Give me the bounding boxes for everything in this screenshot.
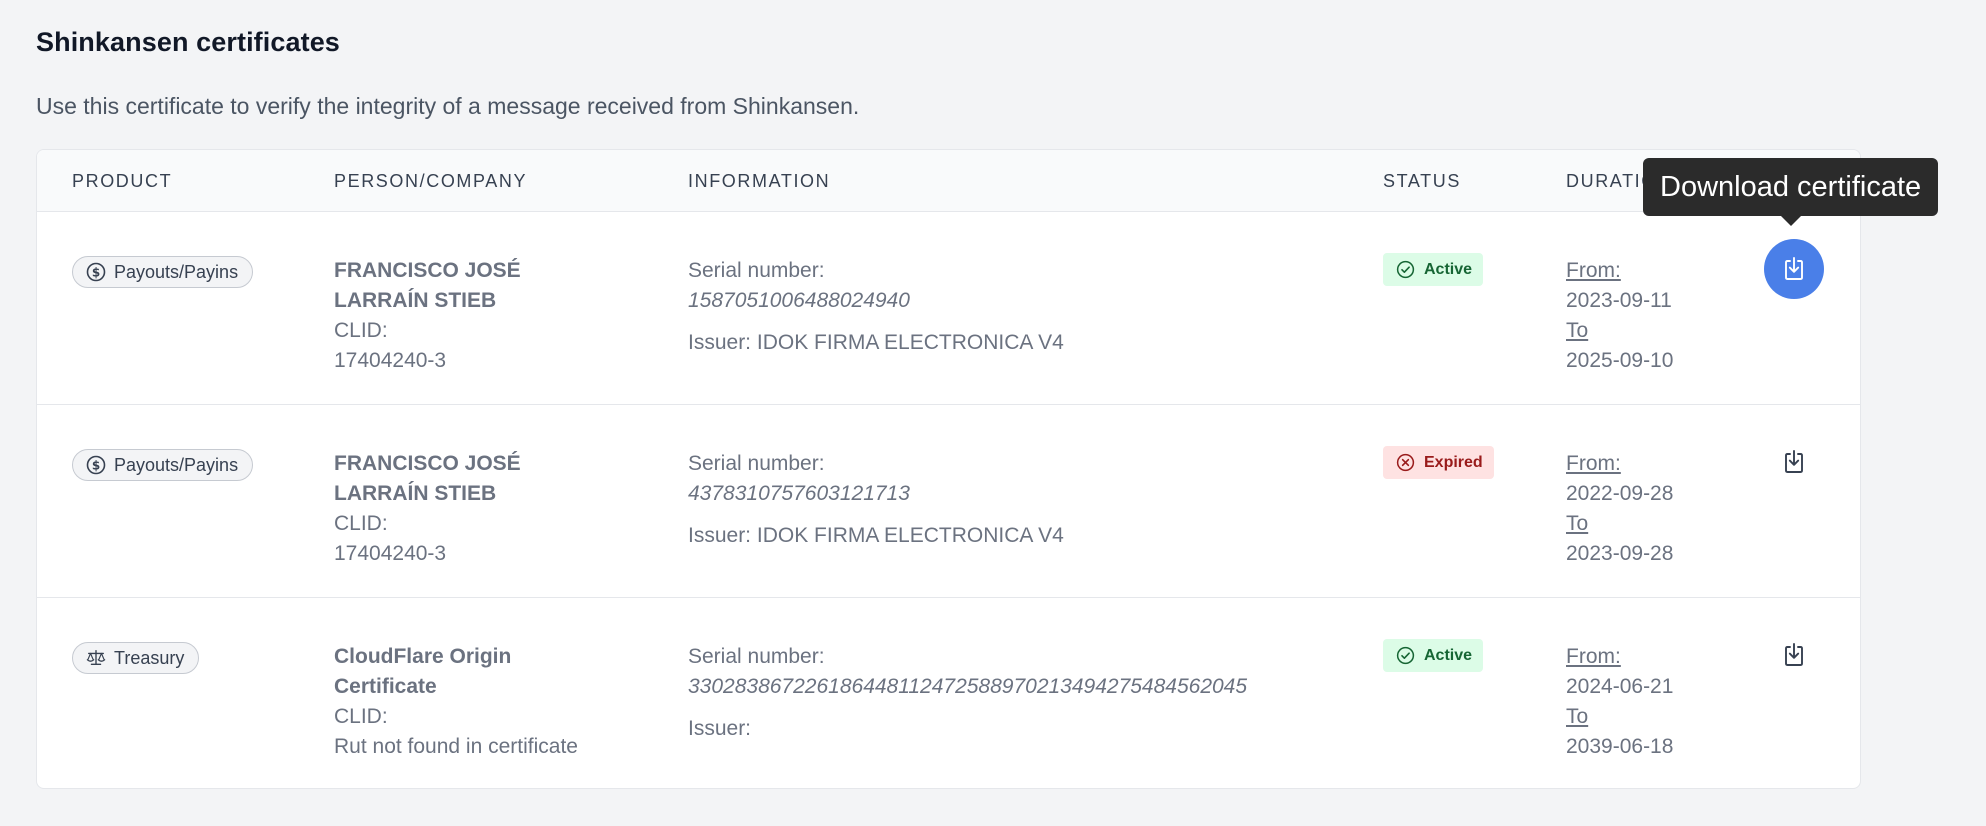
download-icon [1785,257,1803,280]
table-row: $ Payouts/Payins FRANCISCO JOSÉ LARRAÍN … [37,212,1860,405]
status-badge: Active [1383,639,1484,672]
to-date: 2025-09-10 [1566,349,1674,372]
header-person-company: PERSON/COMPANY [334,171,528,191]
download-tooltip: Download certificate [1643,158,1939,226]
status-label: Expired [1424,453,1483,471]
status-label: Active [1424,646,1473,664]
clid-value: 17404240-3 [334,349,447,372]
person-name-line1: FRANCISCO JOSÉ [334,452,521,475]
header-status: STATUS [1383,171,1461,191]
svg-text:$: $ [92,459,100,473]
product-badge: $ Payouts/Payins [72,256,254,288]
clid-label: CLID: [334,512,388,535]
person-company-cell: FRANCISCO JOSÉ LARRAÍN STIEB CLID: 17404… [334,449,634,569]
from-label: From: [1566,645,1621,668]
person-name-line2: LARRAÍN STIEB [334,482,497,505]
from-date: 2024-06-21 [1566,675,1674,698]
clid-value: 17404240-3 [334,542,447,565]
clid-value: Rut not found in certificate [334,735,578,758]
product-badge: $ Payouts/Payins [72,449,254,481]
information-cell: Serial number: 1587051006488024940 Issue… [688,256,1388,358]
table-row: Treasury CloudFlare Origin Certificate C… [37,598,1860,788]
person-company-cell: FRANCISCO JOSÉ LARRAÍN STIEB CLID: 17404… [334,256,634,376]
serial-number: 1587051006488024940 [688,289,910,312]
table-header: PRODUCT PERSON/COMPANY INFORMATION STATU… [37,150,1860,212]
serial-number: 3302838672261864481124725889702134942754… [688,675,1248,698]
status-badge: Active [1383,253,1484,286]
status-label: Active [1424,260,1473,278]
person-name-line2: LARRAÍN STIEB [334,289,497,312]
check-circle-icon [1396,260,1415,279]
clid-label: CLID: [334,319,388,342]
product-label: Payouts/Payins [114,454,239,475]
clid-label: CLID: [334,705,388,728]
from-label: From: [1566,259,1621,282]
status-badge: Expired [1383,446,1494,479]
download-certificate-button[interactable] [1764,625,1824,685]
product-label: Treasury [114,647,185,668]
header-information: INFORMATION [688,171,831,191]
duration-cell: From: 2024-06-21 To 2039-06-18 [1566,642,1673,762]
check-circle-icon [1396,646,1415,665]
duration-cell: From: 2022-09-28 To 2023-09-28 [1566,449,1673,569]
serial-label: Serial number: [688,259,825,282]
svg-text:$: $ [92,266,100,280]
header-product: PRODUCT [72,171,173,191]
table-row: $ Payouts/Payins FRANCISCO JOSÉ LARRAÍN … [37,405,1860,598]
dollar-circle-icon: $ [86,262,106,282]
serial-number: 4378310757603121713 [688,482,910,505]
from-date: 2022-09-28 [1566,482,1674,505]
issuer: Issuer: IDOK FIRMA ELECTRONICA V4 [688,524,1064,547]
dollar-circle-icon: $ [86,455,106,475]
to-date: 2039-06-18 [1566,735,1674,758]
download-certificate-button[interactable] [1764,432,1824,492]
issuer: Issuer: IDOK FIRMA ELECTRONICA V4 [688,331,1064,354]
duration-cell: From: 2023-09-11 To 2025-09-10 [1566,256,1673,376]
from-date: 2023-09-11 [1566,289,1672,312]
product-badge: Treasury [72,642,200,674]
product-label: Payouts/Payins [114,261,239,282]
download-icon [1785,450,1803,473]
person-name-line2: Certificate [334,675,437,698]
to-date: 2023-09-28 [1566,542,1674,565]
serial-label: Serial number: [688,452,825,475]
download-icon [1785,643,1803,666]
person-name-line1: CloudFlare Origin [334,645,512,668]
issuer: Issuer: [688,717,752,740]
information-cell: Serial number: 3302838672261864481124725… [688,642,1388,744]
to-label: To [1566,705,1589,728]
certificates-table: PRODUCT PERSON/COMPANY INFORMATION STATU… [36,149,1861,789]
x-circle-icon [1396,453,1415,472]
person-name-line1: FRANCISCO JOSÉ [334,259,521,282]
page: Shinkansen certificates Use this certifi… [0,0,1986,826]
serial-label: Serial number: [688,645,825,668]
page-title: Shinkansen certificates [36,27,340,57]
to-label: To [1566,319,1589,342]
download-certificate-button[interactable] [1764,239,1824,299]
information-cell: Serial number: 4378310757603121713 Issue… [688,449,1388,551]
from-label: From: [1566,452,1621,475]
to-label: To [1566,512,1589,535]
scales-icon [86,648,106,668]
page-subtitle: Use this certificate to verify the integ… [36,93,860,119]
person-company-cell: CloudFlare Origin Certificate CLID: Rut … [334,642,634,762]
